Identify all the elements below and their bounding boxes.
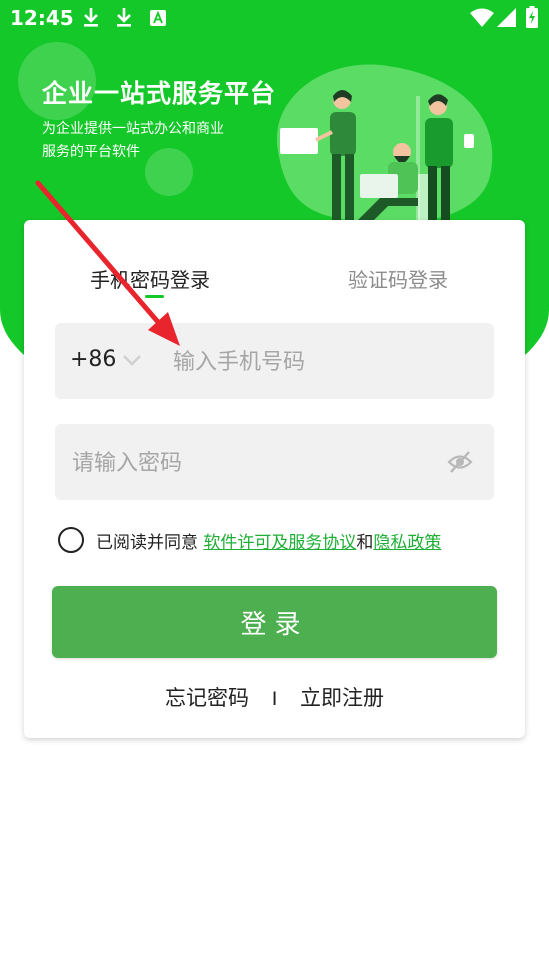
hero-title: 企业一站式服务平台 xyxy=(42,79,277,108)
wifi-icon xyxy=(470,8,494,27)
active-tab-indicator xyxy=(145,295,164,298)
agreement-and-text: 和 xyxy=(356,532,374,553)
office-people-illustration xyxy=(276,64,493,226)
agreement-checkbox[interactable] xyxy=(58,527,84,553)
chevron-down-icon xyxy=(123,354,142,366)
agreement-text: 已阅读并同意 xyxy=(96,532,204,553)
country-code-label: +86 xyxy=(70,347,117,372)
tab-password-login[interactable]: 手机密码登录 xyxy=(90,264,210,293)
password-field xyxy=(55,424,494,502)
eye-off-icon[interactable] xyxy=(447,449,473,475)
agreement-row: 已阅读并同意 软件许可及服务协议 和 隐私政策 xyxy=(58,527,441,553)
link-separator: I xyxy=(271,688,278,710)
battery-charging-icon xyxy=(526,6,538,28)
status-bar: 12:45 xyxy=(0,0,549,38)
login-button[interactable]: 登录 xyxy=(52,586,497,658)
status-time: 12:45 xyxy=(10,6,74,30)
license-agreement-link[interactable]: 软件许可及服务协议 xyxy=(203,528,356,553)
font-a-icon xyxy=(150,10,166,26)
hero-subtitle: 为企业提供一站式办公和商业服务的平台软件 xyxy=(42,121,224,160)
tab-code-login[interactable]: 验证码登录 xyxy=(348,264,448,293)
bottom-links: 忘记密码 I 立即注册 xyxy=(24,682,525,712)
privacy-policy-link[interactable]: 隐私政策 xyxy=(373,528,441,553)
signal-icon xyxy=(497,8,516,27)
country-code-selector[interactable]: +86 xyxy=(70,347,142,372)
download-icon xyxy=(84,8,98,27)
download-icon xyxy=(117,8,131,27)
phone-input[interactable] xyxy=(171,323,485,401)
forgot-password-link[interactable]: 忘记密码 xyxy=(165,686,249,710)
login-card: 手机密码登录 验证码登录 +86 已阅读并同意 软件许可及服务协议 和 隐私政策… xyxy=(24,220,525,738)
phone-field: +86 xyxy=(55,323,494,401)
password-input[interactable] xyxy=(70,424,434,502)
register-link[interactable]: 立即注册 xyxy=(300,686,384,710)
